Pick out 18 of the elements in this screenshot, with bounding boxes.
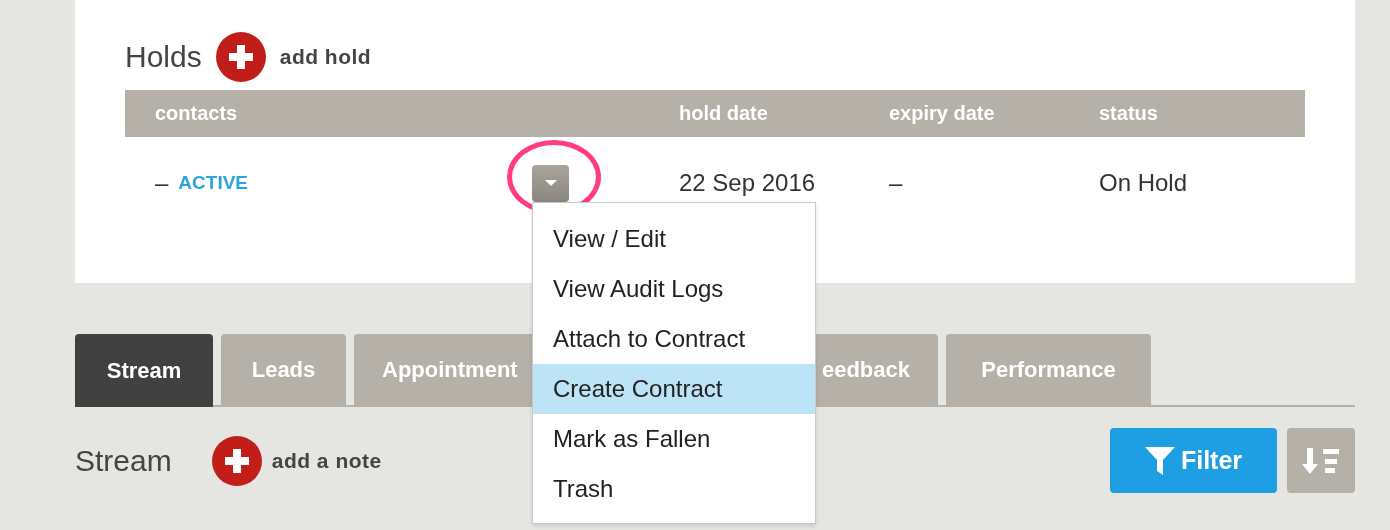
menu-item[interactable]: Trash xyxy=(533,464,815,514)
menu-item[interactable]: Create Contract xyxy=(533,364,815,414)
section-title: Holds xyxy=(125,40,202,74)
menu-item[interactable]: View / Edit xyxy=(533,214,815,264)
menu-item[interactable]: View Audit Logs xyxy=(533,264,815,314)
table-cell: 22 Sep 2016 xyxy=(679,169,816,197)
column-header: contacts xyxy=(155,102,238,125)
column-header: expiry date xyxy=(889,102,995,125)
table-cell: – xyxy=(889,169,903,197)
tab[interactable]: Stream xyxy=(75,334,213,407)
table-cell: – xyxy=(155,169,169,197)
section-title: Stream xyxy=(75,443,172,478)
column-header: hold date xyxy=(679,102,768,125)
menu-item[interactable]: Mark as Fallen xyxy=(533,414,815,464)
add-link[interactable]: add hold xyxy=(279,45,372,69)
table-cell: On Hold xyxy=(1099,169,1188,197)
column-header: status xyxy=(1099,102,1158,125)
add-link[interactable]: add a note xyxy=(271,448,382,473)
